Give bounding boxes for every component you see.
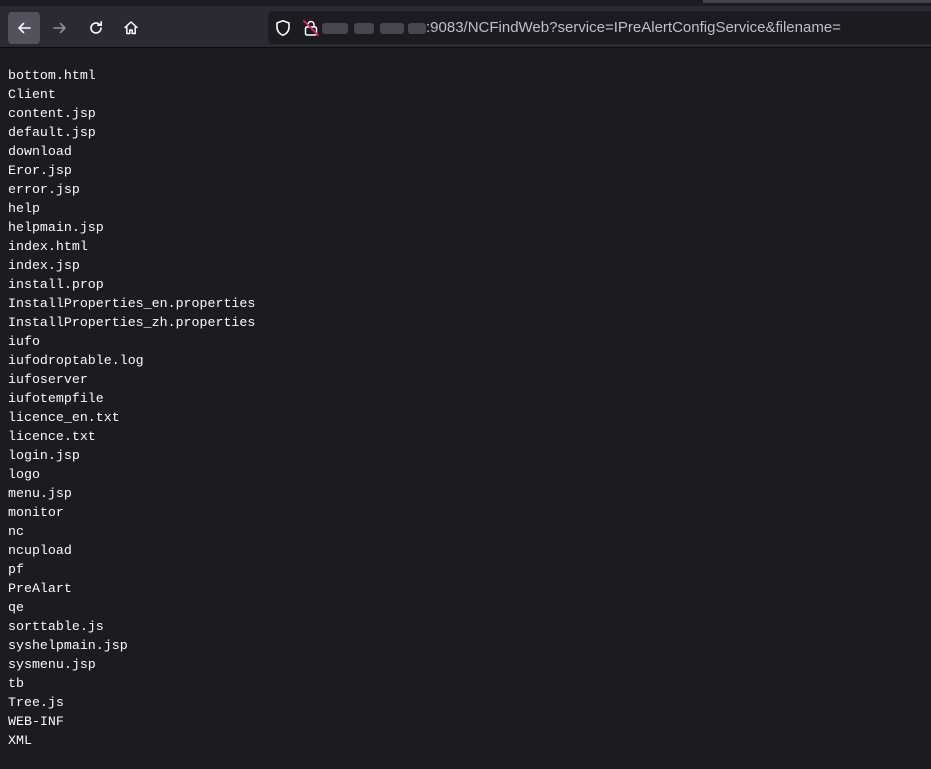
listing-entry: iufoserver xyxy=(8,372,88,387)
listing-entry: qe xyxy=(8,600,24,615)
listing-entry: logo xyxy=(8,467,40,482)
listing-entry: Client xyxy=(8,87,56,102)
listing-entry: nc xyxy=(8,524,24,539)
listing-entry: error.jsp xyxy=(8,182,80,197)
listing-entry: ncupload xyxy=(8,543,72,558)
listing-entry: menu.jsp xyxy=(8,486,72,501)
listing-entry: index.jsp xyxy=(8,258,80,273)
listing-entry: XML xyxy=(8,733,32,748)
tracking-shield-icon[interactable] xyxy=(274,19,292,37)
home-button[interactable] xyxy=(115,12,147,44)
listing-entry: default.jsp xyxy=(8,125,96,140)
listing-entry: Tree.js xyxy=(8,695,64,710)
listing-entry: iufo xyxy=(8,334,40,349)
tab-edge[interactable] xyxy=(703,0,931,3)
listing-entry: index.html xyxy=(8,239,88,254)
listing-entry: InstallProperties_zh.properties xyxy=(8,315,256,330)
listing-entry: InstallProperties_en.properties xyxy=(8,296,256,311)
redacted-host xyxy=(320,20,428,36)
listing-entry: iufotempfile xyxy=(8,391,104,406)
listing-entry: helpmain.jsp xyxy=(8,220,104,235)
reload-button[interactable] xyxy=(80,12,112,44)
navigation-toolbar: :9083/NCFindWeb?service=IPreAlertConfigS… xyxy=(0,6,931,48)
listing-entry: content.jsp xyxy=(8,106,96,121)
listing-entry: Eror.jsp xyxy=(8,163,72,178)
listing-entry: licence_en.txt xyxy=(8,410,120,425)
directory-listing: bottom.html Client content.jsp default.jsp d… xyxy=(8,66,255,750)
listing-entry: sorttable.js xyxy=(8,619,104,634)
listing-entry: login.jsp xyxy=(8,448,80,463)
listing-entry: install.prop xyxy=(8,277,104,292)
listing-entry: sysmenu.jsp xyxy=(8,657,96,672)
forward-button[interactable] xyxy=(44,12,76,44)
listing-entry: syshelpmain.jsp xyxy=(8,638,128,653)
url-text[interactable]: :9083/NCFindWeb?service=IPreAlertConfigS… xyxy=(426,19,841,36)
listing-entry: PreAlart xyxy=(8,581,72,596)
address-bar[interactable]: :9083/NCFindWeb?service=IPreAlertConfigS… xyxy=(268,11,931,44)
forward-arrow-icon xyxy=(53,22,66,34)
listing-entry: help xyxy=(8,201,40,216)
listing-entry: iufodroptable.log xyxy=(8,353,144,368)
listing-entry: tb xyxy=(8,676,24,691)
listing-entry: download xyxy=(8,144,72,159)
back-arrow-icon xyxy=(18,22,31,34)
listing-entry: licence.txt xyxy=(8,429,96,444)
listing-entry: pf xyxy=(8,562,24,577)
listing-entry: WEB-INF xyxy=(8,714,64,729)
back-button[interactable] xyxy=(8,12,40,44)
listing-entry: bottom.html xyxy=(8,68,96,83)
insecure-lock-icon[interactable] xyxy=(302,19,320,37)
home-icon xyxy=(124,21,138,35)
reload-icon xyxy=(90,21,102,34)
listing-entry: monitor xyxy=(8,505,64,520)
